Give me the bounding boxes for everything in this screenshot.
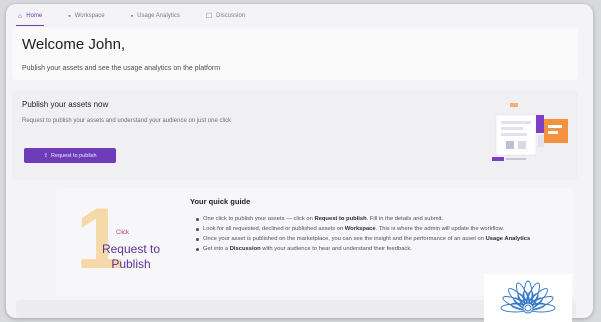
guide-text: Once your asset is published on the mark… <box>203 236 486 242</box>
step-card: 1 Click Request to Publish <box>60 194 178 290</box>
guide-text: . Fill in the details and submit. <box>366 216 444 222</box>
list-item: Get into a Discussion with your audience… <box>196 244 568 254</box>
tab-usage-analytics[interactable]: ▪ Usage Analytics <box>131 4 180 28</box>
guide-link-workspace: Workspace <box>344 226 376 232</box>
page-title: Welcome John, <box>22 36 126 53</box>
app-window: ⌂ Home ▪ Workspace ▪ Usage Analytics ☐ D… <box>6 4 593 318</box>
discussion-icon: ☐ <box>205 13 213 20</box>
guide-text: . This is where the admin will update th… <box>375 226 505 232</box>
step-label-line-2: Publish <box>111 257 151 271</box>
publish-title: Publish your assets now <box>22 100 109 109</box>
guide-text: Get into a <box>203 246 230 252</box>
button-label: Request to publish <box>51 152 97 159</box>
list-item: One click to publish your assets — click… <box>196 214 568 224</box>
guide-link-usage-analytics: Usage Analytics <box>485 236 531 242</box>
publish-illustration <box>492 103 568 161</box>
flower-icon <box>500 280 556 314</box>
list-item: Look for all requested, declined or publ… <box>196 224 568 234</box>
tab-workspace[interactable]: ▪ Workspace <box>68 4 104 28</box>
guide-list: One click to publish your assets — click… <box>196 214 568 254</box>
guide-link-request-to-publish: Request to publish <box>314 216 367 222</box>
workspace-icon: ▪ <box>68 12 71 20</box>
flower-logo <box>484 274 572 322</box>
tab-bar: ⌂ Home ▪ Workspace ▪ Usage Analytics ☐ D… <box>6 4 593 28</box>
guide-text: Look for all requested, declined or publ… <box>203 226 345 232</box>
step-label-line-1: Request to <box>101 242 161 256</box>
guide-text: with your audience to hear and understan… <box>260 246 412 252</box>
publish-card: Publish your assets now Request to publi… <box>12 90 578 180</box>
guide-link-discussion: Discussion <box>229 246 261 252</box>
home-icon: ⌂ <box>18 12 23 20</box>
welcome-subtitle: Publish your assets and see the usage an… <box>22 65 221 72</box>
list-item: Once your asset is published on the mark… <box>196 234 568 244</box>
tab-label: Usage Analytics <box>137 13 180 19</box>
guide-text: One click to publish your assets — click… <box>203 216 315 222</box>
analytics-icon: ▪ <box>130 12 134 20</box>
tab-discussion[interactable]: ☐ Discussion <box>206 4 245 28</box>
welcome-panel: Welcome John, Publish your assets and se… <box>12 28 578 80</box>
guide-title: Your quick guide <box>190 197 251 206</box>
step-label: Request to Publish <box>86 242 176 272</box>
request-to-publish-button[interactable]: ⇪ Request to publish <box>24 148 116 163</box>
step-action: Click <box>116 230 129 236</box>
tab-label: Home <box>26 13 43 19</box>
publish-icon: ⇪ <box>43 152 49 159</box>
publish-description: Request to publish your assets and under… <box>22 118 232 124</box>
tab-home[interactable]: ⌂ Home <box>15 4 45 28</box>
tab-label: Workspace <box>74 13 105 19</box>
tab-label: Discussion <box>216 13 246 19</box>
